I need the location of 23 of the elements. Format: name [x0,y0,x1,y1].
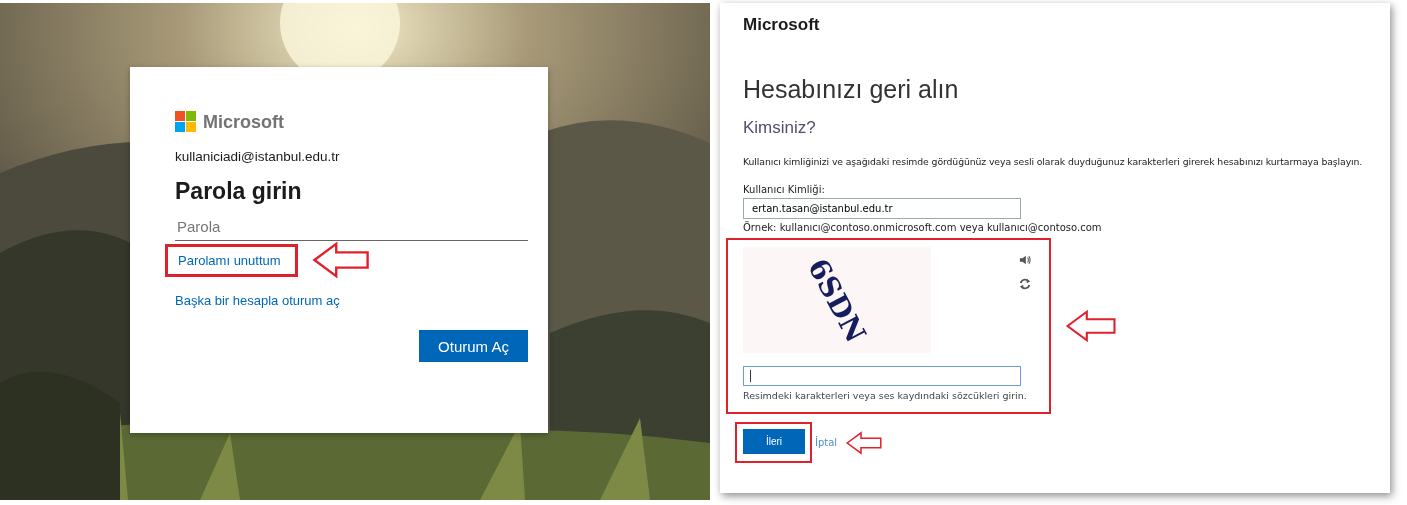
captcha-input-field[interactable] [743,366,1021,386]
windows-logo-icon [175,111,197,133]
password-field[interactable]: Parola [175,213,528,241]
refresh-icon[interactable] [1019,278,1031,290]
text-cursor [750,370,751,382]
link[interactable]: Başka bir hesapla oturum aç [175,293,340,308]
hint-text: Resimdeki karakterleri veya ses kaydındaki sözcükleri girin. [743,390,1028,401]
field-label: Kullanıcı Kimliği: [743,184,826,195]
logo-text: Microsoft [743,15,821,35]
example-text: Örnek: kullanıcı@contoso.onmicrosoft.com veya kullanıcı@contoso.com [743,222,1103,233]
user-id-field[interactable]: ertan.tasan@istanbul.edu.tr [743,198,1021,219]
sign-in-button[interactable]: Oturum Aç [419,330,528,362]
section-heading: Kimsiniz? [743,118,817,138]
speaker-icon[interactable] [1019,254,1031,266]
logo-text: Microsoft [203,111,284,133]
instructions-text: Kullanıcı kimliğinizi ve aşağıdaki resimde gördüğünüz veya sesli olarak duyduğunuz karakterleri girerek hesabınızı kurtarmaya başlayın. [743,156,1364,167]
arrow-icon [1065,307,1117,345]
account-email: kullaniciadi@istanbul.edu.tr [175,149,341,164]
page-title: Parola girin [175,178,303,205]
cancel-link[interactable]: İptal [815,437,838,448]
link[interactable]: Parolamı unuttum [178,252,281,268]
page-title: Hesabınızı geri alın [743,75,960,104]
next-button[interactable]: İleri [743,429,805,454]
